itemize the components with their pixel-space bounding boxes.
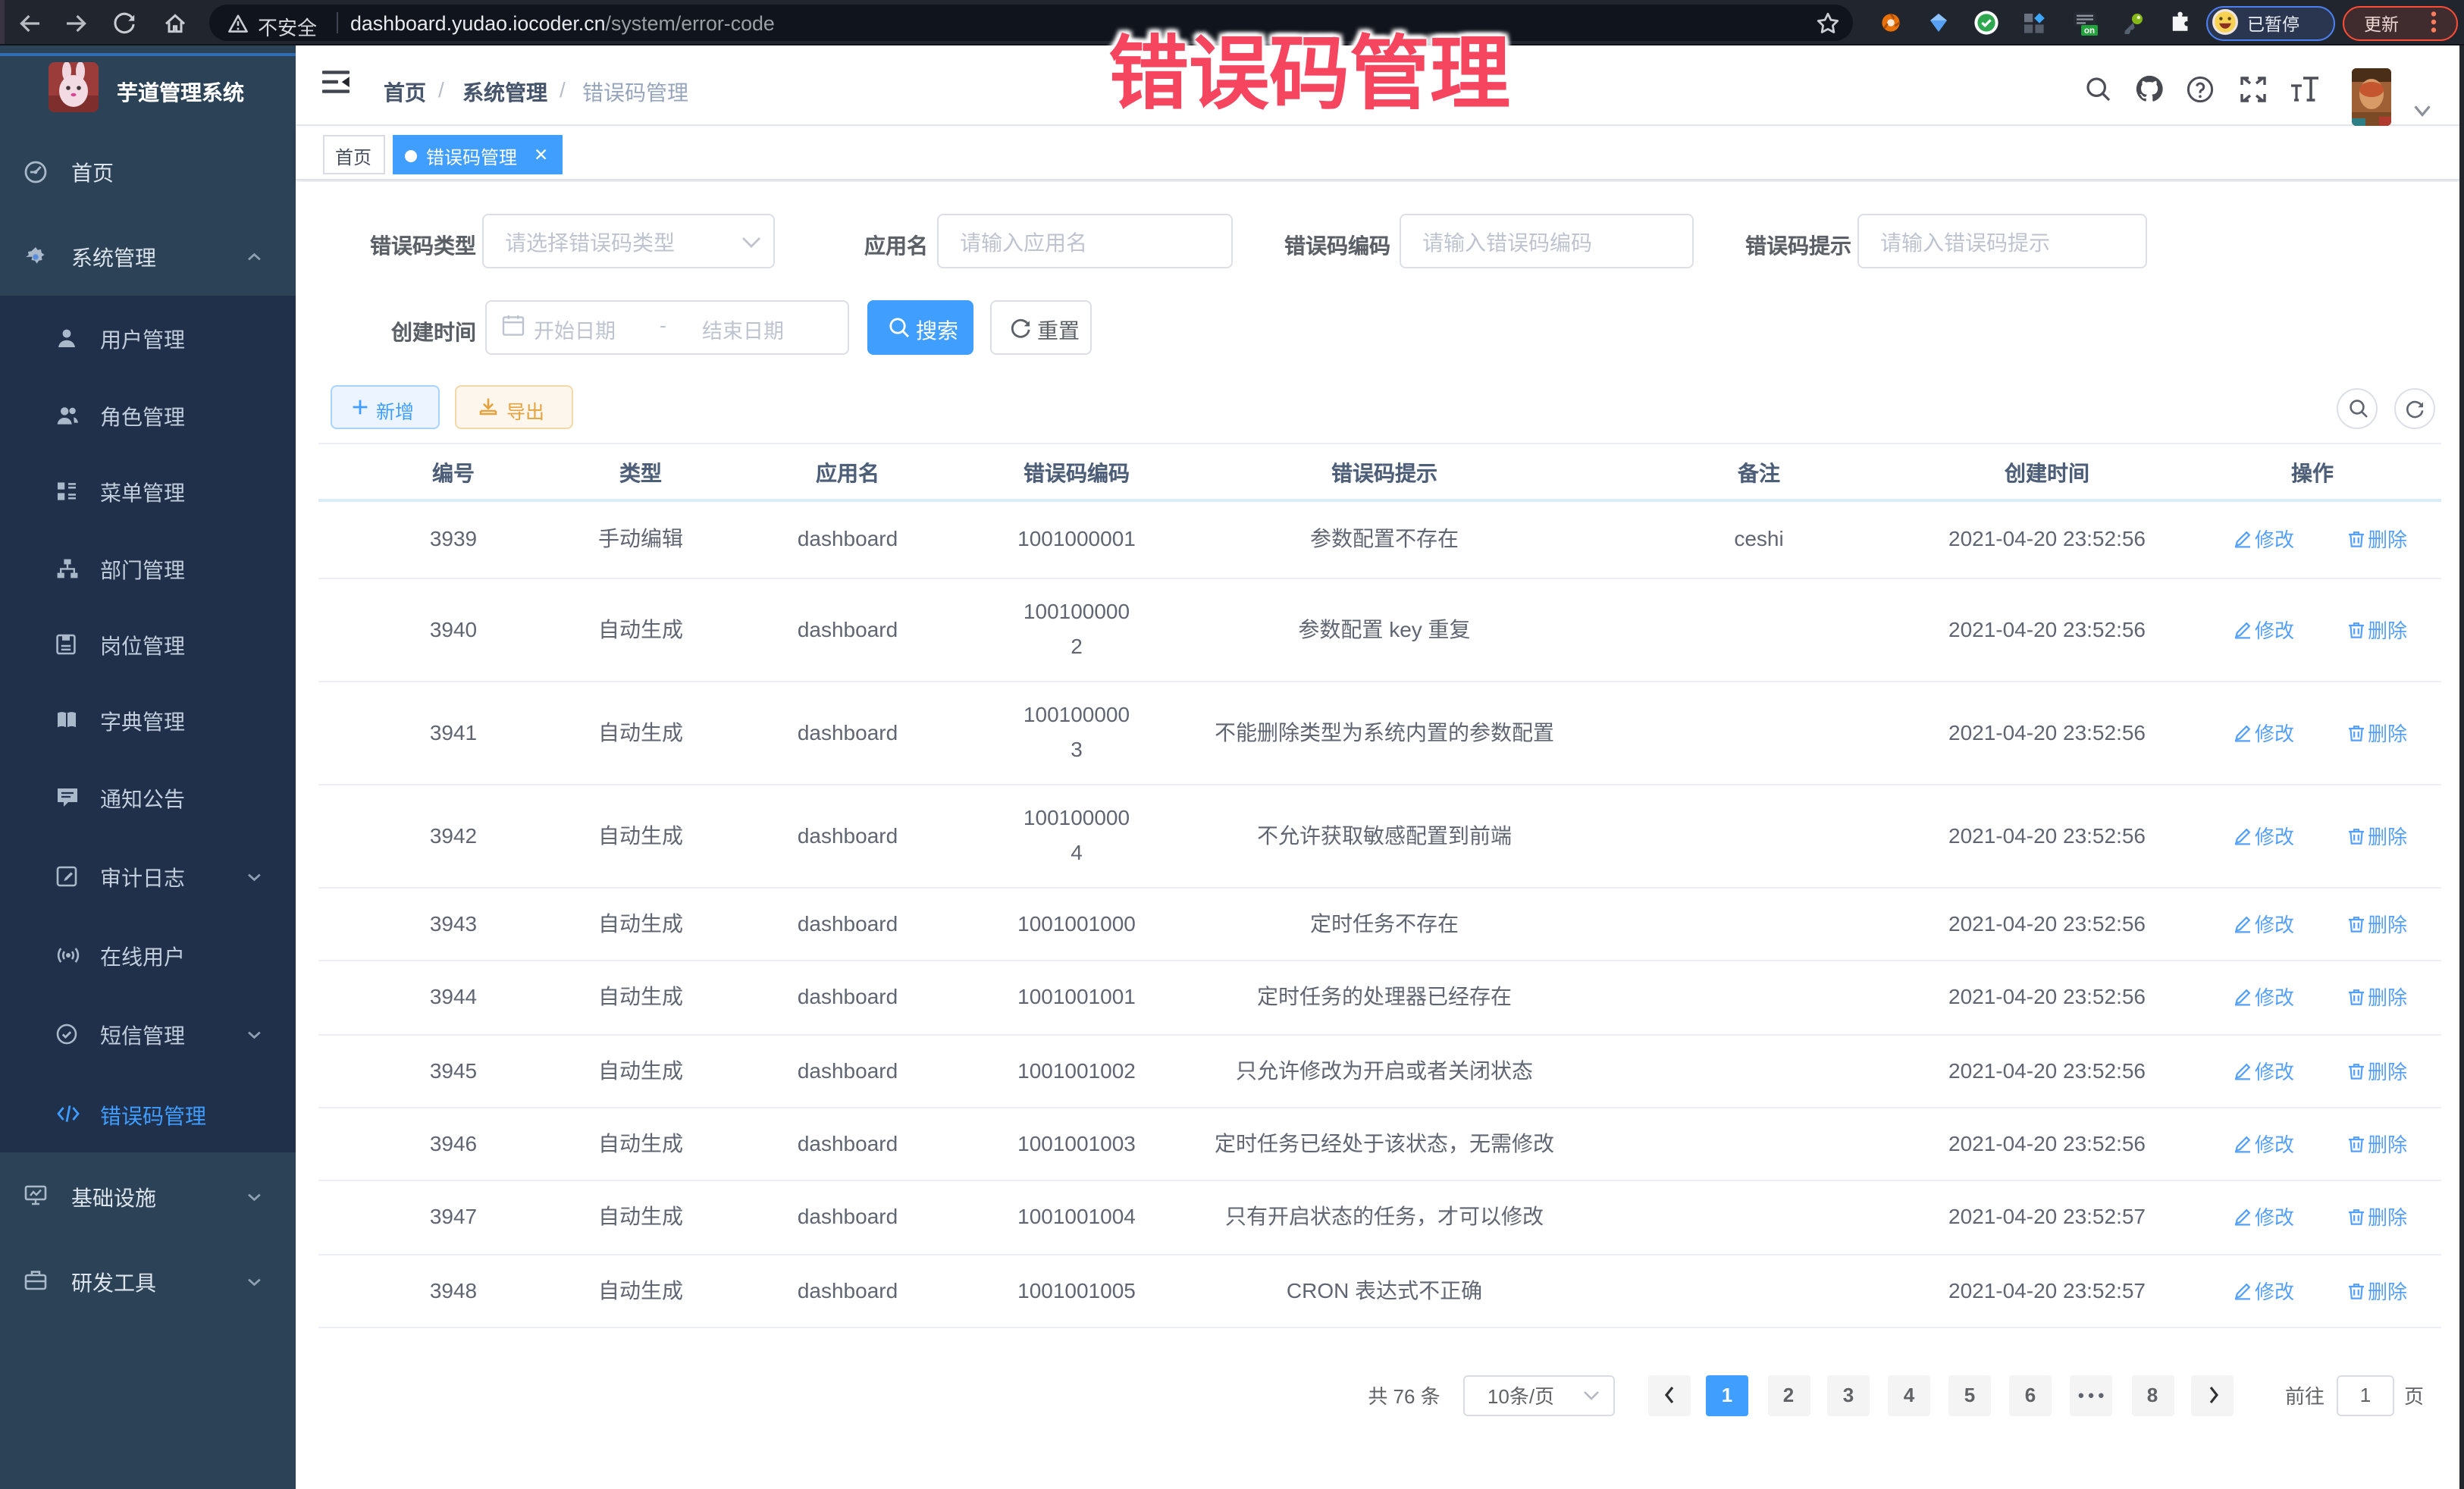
svg-text:on: on: [2084, 25, 2095, 35]
